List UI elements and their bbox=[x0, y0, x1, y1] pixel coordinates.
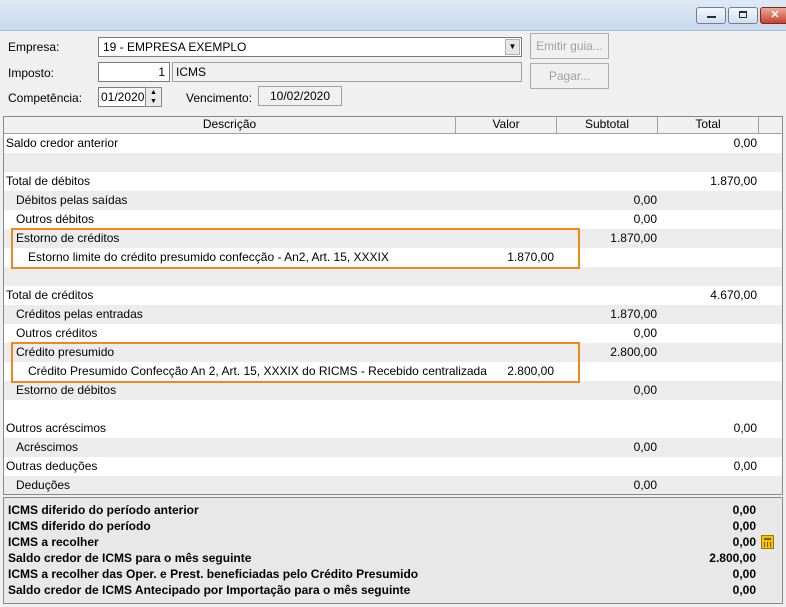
table-row[interactable]: Deduções 0,00 bbox=[4, 476, 782, 494]
close-button[interactable]: ✕ bbox=[760, 7, 786, 24]
pagar-button[interactable]: Pagar... bbox=[530, 63, 609, 89]
summary-label: ICMS diferido do período anterior bbox=[8, 503, 199, 517]
row-description: Débitos pelas saídas bbox=[16, 193, 128, 207]
minimize-icon bbox=[707, 16, 716, 18]
empresa-select[interactable]: 19 - EMPRESA EXEMPLO ▼ bbox=[98, 37, 522, 57]
row-subtotal: 0,00 bbox=[633, 440, 657, 454]
row-subtotal: 1.870,00 bbox=[610, 231, 657, 245]
row-description: Saldo credor anterior bbox=[6, 136, 119, 150]
table-row[interactable] bbox=[4, 267, 782, 286]
table-row[interactable]: Total de débitos 1.870,00 bbox=[4, 172, 782, 191]
row-subtotal: 2.800,00 bbox=[610, 345, 657, 359]
table-row[interactable] bbox=[4, 400, 782, 419]
maximize-icon bbox=[739, 11, 747, 18]
summary-value: 0,00 bbox=[732, 503, 756, 517]
row-subtotal: 0,00 bbox=[633, 193, 657, 207]
row-description: Outros débitos bbox=[16, 212, 95, 226]
row-total: 0,00 bbox=[733, 459, 757, 473]
highlight-credito-presumido bbox=[11, 342, 580, 383]
summary-value: 0,00 bbox=[732, 535, 756, 549]
row-total: 1.870,00 bbox=[710, 174, 757, 188]
chevron-down-icon[interactable]: ▼ bbox=[505, 39, 520, 55]
imposto-name-field: ICMS bbox=[172, 62, 522, 82]
row-subtotal: 0,00 bbox=[633, 212, 657, 226]
table-row[interactable]: Outras deduções 0,00 bbox=[4, 457, 782, 476]
highlight-estorno-creditos bbox=[11, 228, 580, 269]
maximize-button[interactable] bbox=[728, 7, 758, 24]
row-description: Total de débitos bbox=[6, 174, 91, 188]
spin-up-icon[interactable]: ▲ bbox=[146, 88, 161, 97]
spin-down-icon[interactable]: ▼ bbox=[146, 97, 161, 106]
summary-label: Saldo credor de ICMS Antecipado por Impo… bbox=[8, 583, 411, 597]
table-row[interactable]: Estorno de débitos 0,00 bbox=[4, 381, 782, 400]
row-subtotal: 0,00 bbox=[633, 478, 657, 492]
table-row[interactable]: Total de créditos 4.670,00 bbox=[4, 286, 782, 305]
grid-header: Descrição Valor Subtotal Total bbox=[4, 117, 782, 134]
summary-row: ICMS diferido do período 0,00 bbox=[4, 518, 782, 534]
row-description: Acréscimos bbox=[16, 440, 79, 454]
title-bar: ✕ bbox=[0, 0, 786, 31]
table-row[interactable]: Acréscimos 0,00 bbox=[4, 438, 782, 457]
row-description: Total de créditos bbox=[6, 288, 94, 302]
summary-label: Saldo credor de ICMS para o mês seguinte bbox=[8, 551, 252, 565]
summary-value: 0,00 bbox=[732, 583, 756, 597]
header-subtotal[interactable]: Subtotal bbox=[557, 117, 658, 133]
summary-row: ICMS a recolher 0,00 bbox=[4, 534, 782, 550]
summary-row: Saldo credor de ICMS Antecipado por Impo… bbox=[4, 582, 782, 598]
summary-value: 2.800,00 bbox=[709, 551, 756, 565]
empresa-value: 19 - EMPRESA EXEMPLO bbox=[103, 40, 247, 54]
summary-value: 0,00 bbox=[732, 567, 756, 581]
summary-value: 0,00 bbox=[732, 519, 756, 533]
calculator-icon[interactable] bbox=[761, 535, 774, 549]
competencia-spinner[interactable]: ▲ ▼ bbox=[145, 87, 162, 107]
table-row[interactable]: Débitos pelas saídas 0,00 bbox=[4, 191, 782, 210]
row-description: Outros acréscimos bbox=[6, 421, 107, 435]
summary-row: Saldo credor de ICMS para o mês seguinte… bbox=[4, 550, 782, 566]
row-description: Deduções bbox=[16, 478, 71, 492]
vencimento-field: 10/02/2020 bbox=[258, 86, 342, 106]
competencia-input[interactable]: 01/2020 bbox=[98, 87, 146, 107]
header-valor[interactable]: Valor bbox=[456, 117, 557, 133]
empresa-label: Empresa: bbox=[8, 40, 60, 54]
close-icon: ✕ bbox=[770, 9, 780, 21]
row-total: 0,00 bbox=[733, 421, 757, 435]
table-row[interactable]: Outros débitos 0,00 bbox=[4, 210, 782, 229]
row-description: Créditos pelas entradas bbox=[16, 307, 143, 321]
summary-label: ICMS a recolher bbox=[8, 535, 99, 549]
competencia-label: Competência: bbox=[8, 91, 83, 105]
summary-panel: ICMS diferido do período anterior 0,00 ICM… bbox=[3, 497, 783, 604]
summary-row: ICMS a recolher das Oper. e Prest. benef… bbox=[4, 566, 782, 582]
row-total: 4.670,00 bbox=[710, 288, 757, 302]
table-row[interactable]: Outros créditos 0,00 bbox=[4, 324, 782, 343]
summary-label: ICMS diferido do período bbox=[8, 519, 151, 533]
row-subtotal: 0,00 bbox=[633, 326, 657, 340]
row-subtotal: 0,00 bbox=[633, 383, 657, 397]
row-subtotal: 1.870,00 bbox=[610, 307, 657, 321]
row-description: Outras deduções bbox=[6, 459, 98, 473]
row-description: Estorno de débitos bbox=[16, 383, 117, 397]
apuracao-grid: Descrição Valor Subtotal Total Saldo cre… bbox=[3, 116, 783, 495]
table-row[interactable]: Saldo credor anterior 0,00 bbox=[4, 134, 782, 153]
minimize-button[interactable] bbox=[696, 7, 726, 24]
summary-row: ICMS diferido do período anterior 0,00 bbox=[4, 502, 782, 518]
table-row[interactable]: Outros acréscimos 0,00 bbox=[4, 419, 782, 438]
imposto-label: Imposto: bbox=[8, 66, 55, 80]
row-total: 0,00 bbox=[733, 136, 757, 150]
row-description: Outros créditos bbox=[16, 326, 98, 340]
table-row[interactable]: Créditos pelas entradas 1.870,00 bbox=[4, 305, 782, 324]
summary-label: ICMS a recolher das Oper. e Prest. benef… bbox=[8, 567, 419, 581]
emitir-guia-button[interactable]: Emitir guia... bbox=[530, 33, 609, 59]
vencimento-label: Vencimento: bbox=[186, 91, 253, 105]
header-descricao[interactable]: Descrição bbox=[4, 117, 456, 133]
header-total[interactable]: Total bbox=[658, 117, 759, 133]
imposto-code-input[interactable]: 1 bbox=[98, 62, 170, 82]
table-row[interactable] bbox=[4, 153, 782, 172]
